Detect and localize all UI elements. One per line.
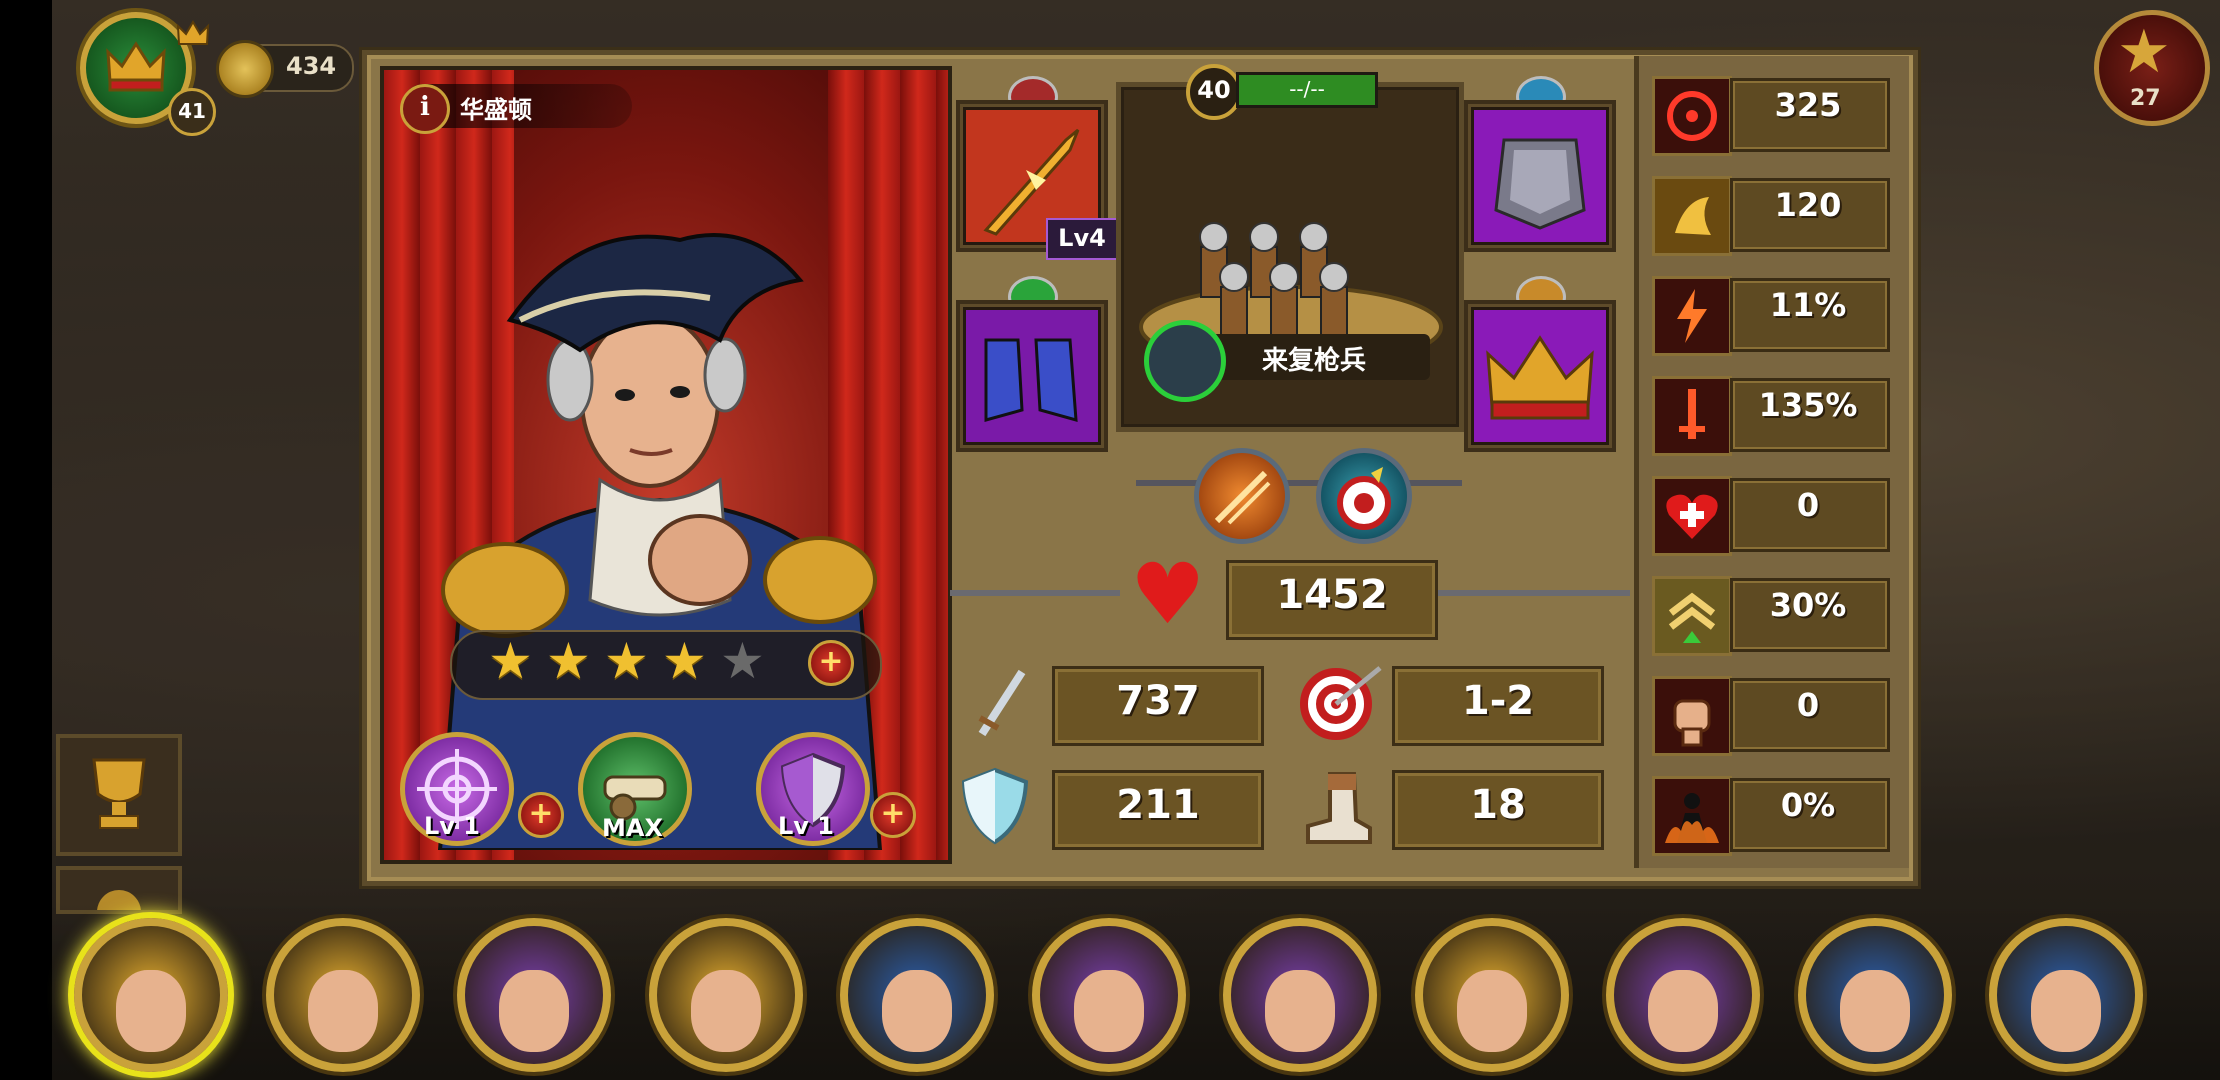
roster-hero-2[interactable] — [266, 918, 420, 1072]
hero-face — [499, 970, 569, 1052]
troop-progress-bar: --/-- — [1236, 72, 1378, 108]
troop-name: 来复枪兵 — [1262, 346, 1367, 376]
target-hit-icon — [1337, 467, 1391, 530]
info-button[interactable]: i — [400, 84, 450, 134]
roster-hero-9[interactable] — [1606, 918, 1760, 1072]
roster-hero-3[interactable] — [457, 918, 611, 1072]
equip-slot-crown[interactable] — [1464, 300, 1616, 452]
roster-hero-5[interactable] — [840, 918, 994, 1072]
skill-weapon-level: MAX — [602, 814, 663, 842]
equip-slot-boots[interactable] — [956, 300, 1108, 452]
bond-chain-bar — [1136, 480, 1462, 486]
hero-face — [1265, 970, 1335, 1052]
hero-face — [2031, 970, 2101, 1052]
roster-hero-6[interactable] — [1032, 918, 1186, 1072]
speed-value: 18 — [1470, 782, 1526, 828]
attr-row-crit-damage: 135% — [1652, 372, 1890, 456]
heal-icon — [1652, 476, 1732, 556]
dodge-icon — [1652, 176, 1732, 256]
attr-row-heal: 0 — [1652, 472, 1890, 556]
attr-value-power: 0 — [1796, 686, 1820, 724]
skill-target-upgrade-button[interactable]: + — [518, 792, 564, 838]
hero-name: 华盛顿 — [460, 96, 532, 124]
rank-up-icon — [1652, 576, 1732, 656]
roster-hero-8[interactable] — [1415, 918, 1569, 1072]
crosshair-icon — [1652, 76, 1732, 156]
star-icon-3: ★ — [604, 632, 649, 690]
vip-crown-icon — [176, 20, 210, 45]
roster-hero-7[interactable] — [1223, 918, 1377, 1072]
player-level-badge: 41 — [168, 88, 216, 136]
critical-icon — [1652, 276, 1732, 356]
trophy-icon — [92, 758, 146, 829]
boots-icon — [966, 310, 1098, 442]
star-icon-4: ★ — [662, 632, 707, 690]
troop-commander-avatar[interactable] — [1144, 320, 1226, 402]
armor-icon — [1474, 110, 1606, 242]
hero-face — [1840, 970, 1910, 1052]
attr-row-power: 0 — [1652, 672, 1890, 756]
range-target-icon — [1300, 666, 1382, 740]
attr-value-heal: 0 — [1796, 486, 1820, 524]
attr-row-rank: 30% — [1652, 572, 1890, 656]
crown-icon — [106, 41, 166, 92]
hero-face — [691, 970, 761, 1052]
trophy-button[interactable] — [56, 734, 182, 856]
attr-value-rank: 30% — [1769, 586, 1847, 624]
bond-target-medallion[interactable] — [1316, 448, 1412, 544]
heart-icon: ♥ — [1130, 545, 1206, 643]
attr-value-burn: 0% — [1780, 786, 1836, 824]
royal-crown-icon — [1474, 310, 1606, 442]
boot-speed-icon — [1306, 772, 1372, 844]
hero-face — [1457, 970, 1527, 1052]
bond-arrows-medallion[interactable] — [1194, 448, 1290, 544]
hero-face — [1074, 970, 1144, 1052]
hp-value: 1452 — [1276, 572, 1388, 618]
hero-face — [308, 970, 378, 1052]
hp-deco-left — [950, 590, 1120, 596]
troop-level-badge: 40 — [1186, 64, 1242, 120]
star-icon: ★ — [2117, 17, 2171, 87]
burn-icon — [1652, 776, 1732, 856]
roster-hero-1[interactable] — [74, 918, 228, 1072]
attr-value-critical: 11% — [1769, 286, 1847, 324]
info-icon: i — [420, 92, 430, 122]
fist-icon — [1652, 676, 1732, 756]
screen-left-edge — [0, 0, 52, 1080]
arrows-icon — [1214, 470, 1271, 525]
attr-row-dodge: 120 — [1652, 172, 1890, 256]
attr-row-critical: 11% — [1652, 272, 1890, 356]
attr-row-burn: 0% — [1652, 772, 1890, 856]
attr-value-dodge: 120 — [1774, 186, 1842, 224]
star-upgrade-button[interactable]: + — [808, 640, 854, 686]
equip-slot-armor[interactable] — [1464, 100, 1616, 252]
weapon-level-tag: Lv4 — [1046, 218, 1118, 260]
roster-hero-11[interactable] — [1989, 918, 2143, 1072]
star-icon-1: ★ — [488, 632, 533, 690]
roster-hero-4[interactable] — [649, 918, 803, 1072]
roster-hero-10[interactable] — [1798, 918, 1952, 1072]
skill-shield-level: Lv 1 — [778, 812, 834, 840]
sword-stat-icon — [978, 669, 1026, 737]
top-right-star-count: 27 — [2130, 86, 2161, 111]
range-value: 1-2 — [1461, 678, 1535, 724]
crit-damage-icon — [1652, 376, 1732, 456]
coin-icon — [216, 40, 274, 98]
skill-target-level: Lv 1 — [424, 812, 480, 840]
defense-value: 211 — [1116, 782, 1200, 828]
hero-face — [1648, 970, 1718, 1052]
hero-face — [882, 970, 952, 1052]
attr-row-accuracy: 325 — [1652, 72, 1890, 156]
star-icon-5: ★ — [720, 632, 765, 690]
star-icon-2: ★ — [546, 632, 591, 690]
hero-face — [116, 970, 186, 1052]
skill-shield-upgrade-button[interactable]: + — [870, 792, 916, 838]
shield-stat-icon — [961, 767, 1029, 845]
coin-amount: 434 — [286, 52, 337, 80]
hp-deco-right — [1430, 590, 1630, 596]
attack-value: 737 — [1116, 678, 1200, 724]
attr-value-crit-damage: 135% — [1758, 386, 1858, 424]
attr-value-accuracy: 325 — [1774, 86, 1842, 124]
